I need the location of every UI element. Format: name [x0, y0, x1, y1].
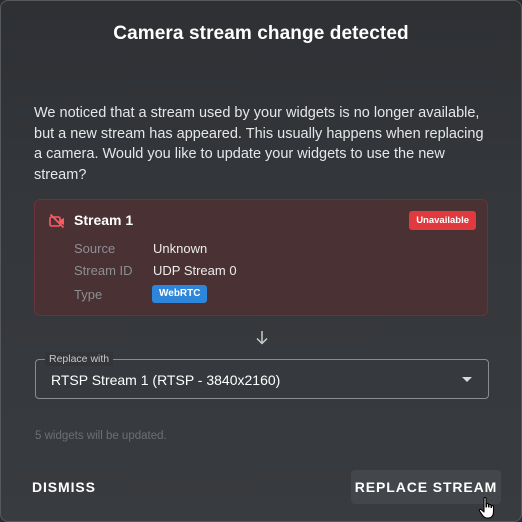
dialog-title: Camera stream change detected	[113, 23, 409, 44]
stream-title: Stream 1	[74, 212, 134, 228]
replace-with-select[interactable]: Replace with RTSP Stream 1 (RTSP - 3840x…	[35, 352, 489, 399]
arrow-down-icon	[256, 331, 268, 345]
caret-down-icon[interactable]	[462, 377, 472, 382]
replace-with-value: RTSP Stream 1 (RTSP - 3840x2160)	[51, 372, 281, 388]
helper-text: 5 widgets will be updated.	[35, 430, 167, 442]
stream-id-value: UDP Stream 0	[153, 263, 237, 278]
dialog-description: We noticed that a stream used by your wi…	[34, 105, 484, 183]
status-badge: Unavailable	[409, 211, 476, 230]
camera-off-icon	[49, 213, 65, 229]
hand-pointer-icon	[478, 496, 495, 519]
dismiss-button[interactable]: DISMISS	[20, 470, 108, 504]
stream-change-dialog: Camera stream change detected We noticed…	[0, 0, 522, 522]
old-stream-card: Stream 1 Unavailable Source Unknown Stre…	[34, 199, 488, 316]
source-label: Source	[74, 241, 116, 256]
replace-with-label: Replace with	[45, 352, 114, 366]
source-value: Unknown	[153, 241, 208, 256]
type-label: Type	[74, 287, 103, 302]
stream-id-label: Stream ID	[74, 263, 133, 278]
type-badge: WebRTC	[152, 285, 208, 303]
